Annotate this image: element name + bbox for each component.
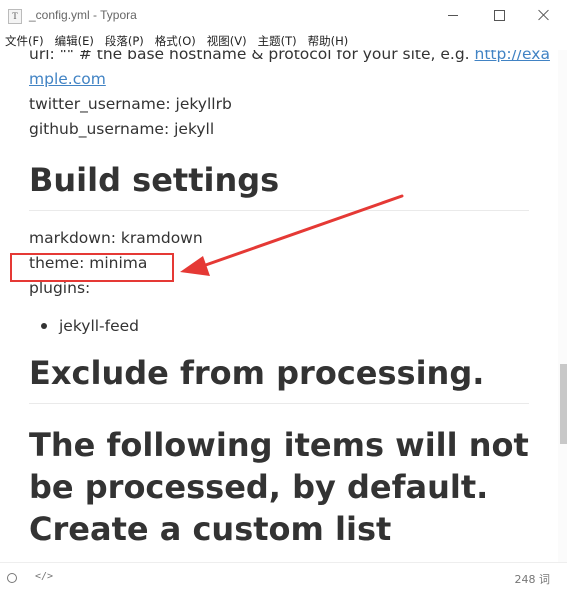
outline-toggle-icon[interactable] — [7, 573, 17, 583]
source-code-toggle[interactable]: </> — [35, 571, 53, 582]
annotation-arrow-icon — [180, 194, 404, 276]
status-bar: </> 248 词 — [0, 562, 567, 592]
word-count[interactable]: 248 词 — [515, 571, 551, 587]
